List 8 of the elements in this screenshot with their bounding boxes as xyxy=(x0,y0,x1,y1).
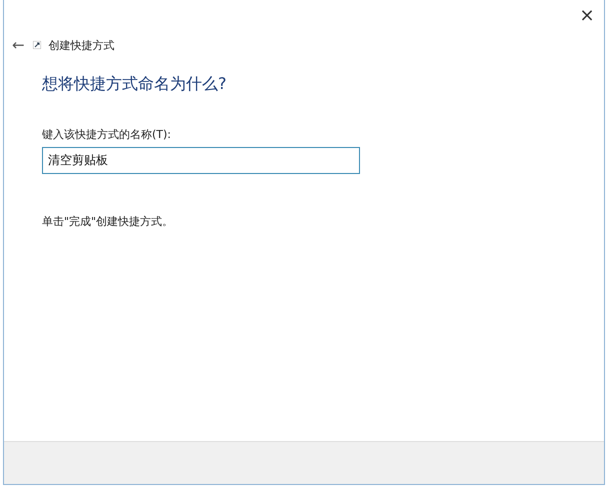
page-heading: 想将快捷方式命名为什么? xyxy=(42,74,228,95)
wizard-title: 创建快捷方式 xyxy=(48,38,115,52)
field-label: 键入该快捷方式的名称(T): xyxy=(42,127,172,142)
back-button[interactable]: ← xyxy=(12,36,25,54)
close-button[interactable]: × xyxy=(570,0,604,30)
instruction-text: 单击"完成"创建快捷方式。 xyxy=(42,214,174,229)
shortcut-icon xyxy=(32,41,41,49)
name-input-field[interactable]: 清空剪贴板 xyxy=(42,147,360,174)
